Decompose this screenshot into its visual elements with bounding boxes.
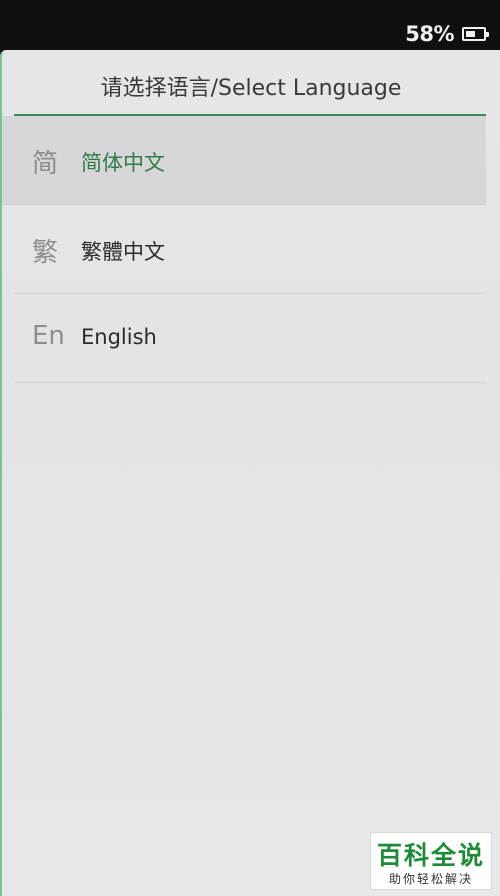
battery-fill: [466, 31, 476, 37]
language-item-traditional-chinese[interactable]: 繁 繁體中文: [14, 205, 486, 294]
english-icon: En: [32, 321, 65, 351]
watermark-subtitle: 助你轻松解决: [388, 872, 473, 886]
battery-icon: [462, 27, 489, 41]
language-select-screen: 请选择语言/Select Language 简 简体中文 繁 繁體中文 En E…: [0, 50, 500, 896]
language-label: 简体中文: [81, 151, 165, 175]
language-item-english[interactable]: En English: [14, 294, 486, 383]
status-bar: 58%: [0, 0, 500, 52]
traditional-chinese-icon: 繁: [32, 238, 59, 268]
baike-watermark-logo: 百科全说 助你轻松解决: [370, 832, 492, 890]
language-item-simplified-chinese[interactable]: 简 简体中文: [2, 116, 486, 205]
battery-percent: 58%: [405, 22, 454, 46]
language-label: English: [81, 325, 157, 349]
language-label: 繁體中文: [81, 240, 165, 264]
battery-tip: [486, 32, 489, 37]
page-title: 请选择语言/Select Language: [100, 76, 402, 101]
language-list: 简 简体中文 繁 繁體中文 En English: [2, 116, 500, 383]
simplified-chinese-icon: 简: [32, 149, 59, 179]
header: 请选择语言/Select Language: [2, 50, 500, 116]
watermark-title: 百科全说: [376, 841, 485, 870]
